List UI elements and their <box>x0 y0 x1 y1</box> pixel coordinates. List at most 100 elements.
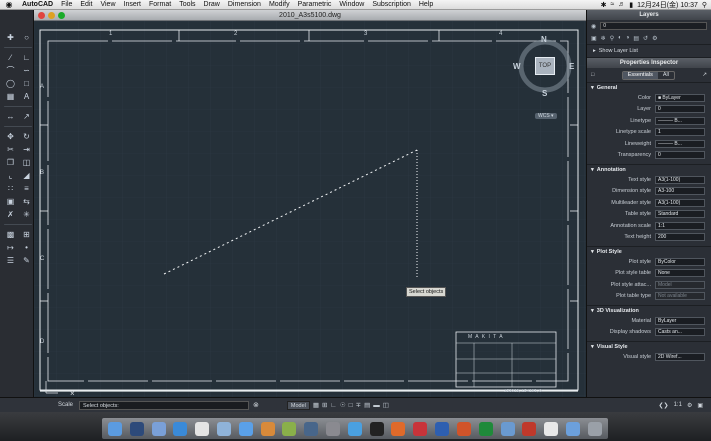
leader-tool-icon[interactable]: ↗ <box>20 111 33 122</box>
firefox-icon[interactable] <box>391 421 406 436</box>
otrack-toggle-icon[interactable]: ∓ <box>356 401 361 409</box>
entourage-icon[interactable] <box>500 421 515 436</box>
menu-view[interactable]: View <box>96 0 119 10</box>
viewcube-top-face[interactable]: TOP <box>535 57 555 75</box>
folder-icon[interactable] <box>565 421 580 436</box>
fillet-tool-icon[interactable]: ⌞ <box>4 170 17 181</box>
layer-lock-icon[interactable]: ⚲ <box>610 35 614 42</box>
layer-freeze-icon[interactable]: ❄ <box>601 35 606 42</box>
menu-dimension[interactable]: Dimension <box>224 0 265 10</box>
dynamic-input-icon[interactable]: ▤ <box>364 401 370 409</box>
wcs-menu[interactable]: WCS ▾ <box>535 113 557 119</box>
battery-icon[interactable]: ▮ <box>629 1 633 9</box>
prop-value[interactable]: A3(1-100) <box>655 198 705 207</box>
menu-parametric[interactable]: Parametric <box>294 0 336 10</box>
systemprefs-icon[interactable] <box>326 421 341 436</box>
menubar-clock[interactable]: 12月24日(金) 10:37 <box>637 0 698 10</box>
appstore-icon[interactable] <box>347 421 362 436</box>
prop-value[interactable]: ■ ByLayer <box>655 93 705 102</box>
prop-value[interactable]: 1:1 <box>655 221 705 230</box>
menu-insert[interactable]: Insert <box>120 0 146 10</box>
menu-modify[interactable]: Modify <box>265 0 294 10</box>
section-3d-visualization[interactable]: ▾ 3D Visualization <box>587 305 711 315</box>
command-line[interactable]: Select objects: <box>79 400 250 410</box>
prop-value[interactable]: ByColor <box>655 257 705 266</box>
arc-tool-icon[interactable]: ⌒ <box>4 65 17 76</box>
excel-icon[interactable] <box>478 421 493 436</box>
viewcube-south[interactable]: S <box>542 89 547 98</box>
menu-autocad[interactable]: AutoCAD <box>18 0 57 10</box>
prop-value[interactable]: A3(1-100) <box>655 175 705 184</box>
offset-tool-icon[interactable]: ≡ <box>20 183 33 194</box>
point-tool-icon[interactable]: • <box>20 242 33 253</box>
timemachine-icon[interactable] <box>304 421 319 436</box>
terminal-icon[interactable] <box>369 421 384 436</box>
prop-value[interactable]: 0 <box>655 151 705 160</box>
stretch-tool-icon[interactable]: ⇆ <box>20 196 33 207</box>
prop-value[interactable]: 0 <box>655 105 705 114</box>
hatch-tool-icon[interactable]: ▦ <box>4 91 17 102</box>
menu-file[interactable]: File <box>57 0 76 10</box>
preview-icon[interactable] <box>216 421 231 436</box>
current-layer-dropdown[interactable]: 0 <box>600 22 707 30</box>
layer-isolate-icon[interactable]: ◑ <box>626 35 630 41</box>
prop-value[interactable]: A3-100 <box>655 187 705 196</box>
spotlight-icon[interactable]: ⚲ <box>702 1 707 9</box>
menu-edit[interactable]: Edit <box>76 0 96 10</box>
autocad-icon[interactable] <box>413 421 428 436</box>
wifi-icon[interactable]: ≈ <box>610 1 614 8</box>
prop-value[interactable]: Casts an... <box>655 328 705 337</box>
viewcube[interactable]: N S E W TOP <box>513 35 576 99</box>
model-layout-button[interactable]: Model <box>286 400 310 410</box>
prop-value[interactable]: 1 <box>655 128 705 137</box>
layer-match-icon[interactable]: ▤ <box>633 35 639 42</box>
menu-draw[interactable]: Draw <box>200 0 224 10</box>
dashboard-icon[interactable] <box>129 421 144 436</box>
drawing-canvas[interactable]: × 1 2 3 4 A B C D M A K I T A 153029, 15… <box>34 21 586 397</box>
viewcube-north[interactable]: N <box>541 35 547 44</box>
block-tool-icon[interactable]: ▩ <box>4 229 17 240</box>
layer-tool-icon[interactable]: ☰ <box>4 255 17 266</box>
lineweight-toggle-icon[interactable]: ▬ <box>373 402 380 409</box>
word-icon[interactable] <box>435 421 450 436</box>
volume-icon[interactable]: ♬ <box>618 1 625 8</box>
close-window-icon[interactable] <box>38 12 45 19</box>
tab-essentials[interactable]: Essentials <box>622 71 658 79</box>
insert-tool-icon[interactable]: ⊞ <box>20 229 33 240</box>
erase-tool-icon[interactable]: ✗ <box>4 209 17 220</box>
match-tool-icon[interactable]: ✎ <box>20 255 33 266</box>
menu-format[interactable]: Format <box>145 0 175 10</box>
spline-tool-icon[interactable]: ∽ <box>20 65 33 76</box>
trash-icon[interactable] <box>587 421 602 436</box>
show-layer-list-toggle[interactable]: ▸ Show Layer List <box>587 44 711 58</box>
mirror-tool-icon[interactable]: ◫ <box>20 157 33 168</box>
annotation-scale-icon[interactable]: ❮❯ <box>659 402 669 409</box>
section-visual-style[interactable]: ▾ Visual Style <box>587 341 711 351</box>
prop-value[interactable]: 200 <box>655 233 705 242</box>
section-plot-style[interactable]: ▾ Plot Style <box>587 246 711 256</box>
layer-previous-icon[interactable]: ↺ <box>643 35 648 42</box>
extend-tool-icon[interactable]: ⇥ <box>20 144 33 155</box>
copy-tool-icon[interactable]: ❐ <box>4 157 17 168</box>
clean-screen-icon[interactable]: ▣ <box>697 402 703 409</box>
tab-all[interactable]: All <box>658 72 674 79</box>
properties-doc-icon[interactable]: □ <box>591 72 594 78</box>
apple-menu-icon[interactable]: ◉ <box>0 0 18 9</box>
prop-value[interactable]: 2D Wiref... <box>655 352 705 361</box>
pan-tool-icon[interactable]: ○ <box>20 32 33 43</box>
line-tool-icon[interactable]: ∕ <box>4 52 17 63</box>
menu-tools[interactable]: Tools <box>175 0 199 10</box>
measure-tool-icon[interactable]: ↦ <box>4 242 17 253</box>
new-layer-icon[interactable]: ▣ <box>591 35 597 42</box>
viewcube-east[interactable]: E <box>569 62 574 71</box>
mail-icon[interactable] <box>151 421 166 436</box>
quick-select-icon[interactable]: ↗ <box>702 72 707 78</box>
menu-subscription[interactable]: Subscription <box>368 0 415 10</box>
explode-tool-icon[interactable]: ✳ <box>20 209 33 220</box>
trim-tool-icon[interactable]: ✂ <box>4 144 17 155</box>
menu-window[interactable]: Window <box>335 0 368 10</box>
section-annotation[interactable]: ▾ Annotation <box>587 164 711 174</box>
viewcube-west[interactable]: W <box>513 62 521 71</box>
layer-bulb-icon[interactable]: ◉ <box>591 23 596 30</box>
safari-icon[interactable] <box>173 421 188 436</box>
